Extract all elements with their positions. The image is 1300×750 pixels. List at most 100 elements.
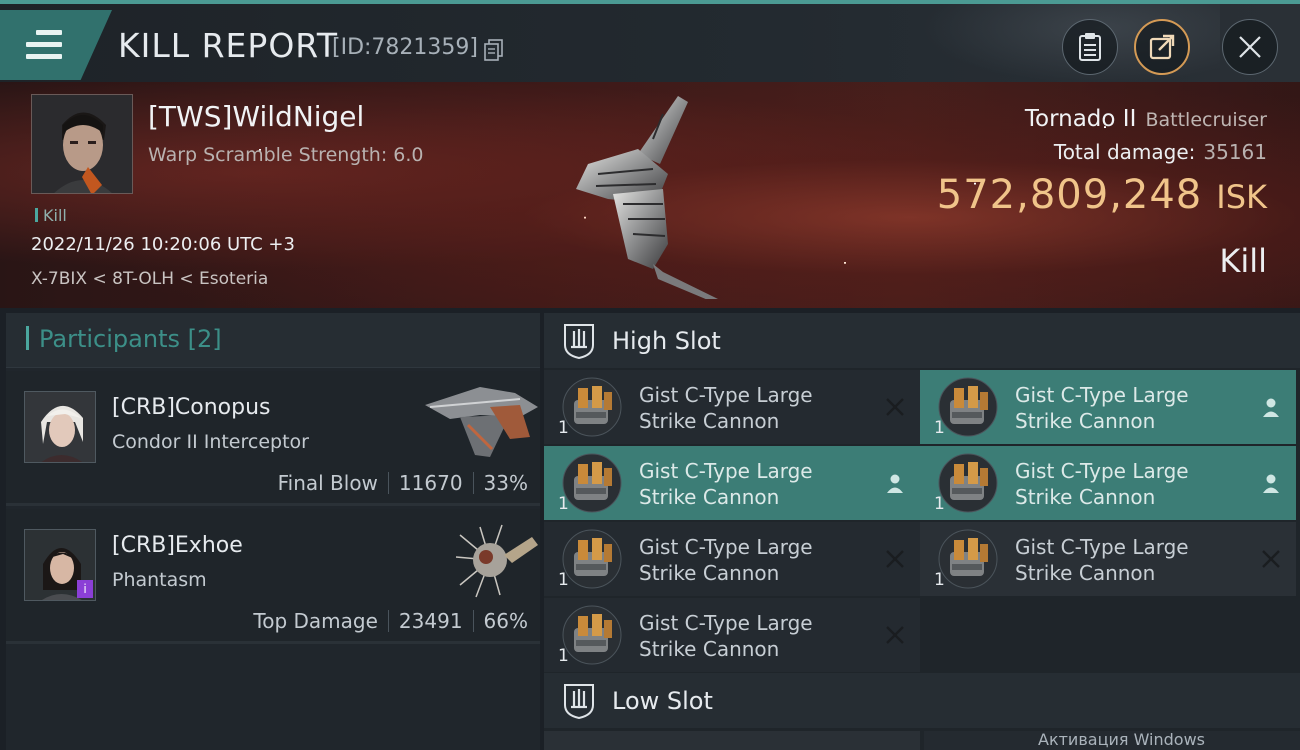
participant-name[interactable]: [CRB]Exhoe — [112, 533, 243, 558]
module-name-line1: Gist C-Type Large — [639, 383, 813, 407]
module-name: Gist C-Type Large Strike Cannon — [639, 458, 869, 510]
participant-role: Top Damage — [253, 609, 378, 633]
report-id: [ID:7821359] — [332, 35, 478, 60]
victim-portrait[interactable] — [31, 94, 133, 194]
close-icon — [1239, 36, 1261, 58]
share-icon — [1149, 34, 1175, 60]
ship-name-row: Tornado II Battlecruiser — [1025, 106, 1267, 132]
menu-button[interactable] — [0, 10, 112, 80]
participant-percent: 33% — [483, 471, 528, 495]
module-name-line2: Strike Cannon — [639, 637, 780, 661]
person-icon — [1263, 398, 1279, 417]
participant-stats: Final Blow 11670 33% — [278, 471, 528, 495]
participant-stats: Top Damage 23491 66% — [253, 609, 528, 633]
module-name-line1: Gist C-Type Large — [1015, 535, 1189, 559]
page-title: KILL REPORT — [118, 26, 338, 65]
module-name: Gist C-Type Large Strike Cannon — [1015, 534, 1245, 586]
copy-icon[interactable] — [484, 39, 504, 61]
os-watermark: Активация Windows — [1038, 730, 1205, 749]
participant-portrait[interactable]: i — [24, 529, 96, 601]
module-tile[interactable]: 1 Gist C-Type Large Strike Cannon — [544, 598, 920, 672]
participant-ship-image — [425, 387, 538, 457]
low-slot-icon — [564, 684, 594, 719]
info-badge-icon[interactable]: i — [77, 580, 93, 598]
share-button[interactable] — [1134, 19, 1190, 75]
low-slot-label: Low Slot — [612, 687, 713, 715]
kill-result-label: Kill — [1219, 242, 1267, 280]
module-icon — [938, 529, 998, 589]
module-icon — [562, 377, 622, 437]
module-quantity: 1 — [558, 646, 569, 666]
module-name-line1: Gist C-Type Large — [639, 459, 813, 483]
kill-datetime: 2022/11/26 10:20:06 UTC +3 — [31, 234, 295, 255]
participant-damage: 23491 — [398, 609, 463, 633]
total-damage-row: Total damage: 35161 — [1054, 140, 1267, 164]
isk-value: 572,809,248 — [936, 172, 1203, 218]
module-name-line2: Strike Cannon — [1015, 485, 1156, 509]
module-tile[interactable]: 1 Gist C-Type Large Strike Cannon — [544, 522, 920, 596]
total-damage-label: Total damage: — [1053, 140, 1196, 164]
module-icon — [562, 453, 622, 513]
module-quantity: 1 — [558, 418, 569, 438]
participant-portrait[interactable] — [24, 391, 96, 463]
participant-row[interactable]: i [CRB]Exhoe Phantasm Top Damage 23491 66% — [6, 509, 540, 644]
module-quantity: 1 — [934, 494, 945, 514]
hamburger-icon — [26, 30, 62, 60]
participants-panel: Participants [2] [CRB]Conopus Condor II … — [6, 313, 540, 750]
participant-damage: 11670 — [398, 471, 463, 495]
module-tile[interactable]: 1 Gist C-Type Large Strike Cannon — [920, 446, 1296, 520]
isk-value-row: 572,809,248 ISK — [937, 172, 1267, 218]
kill-summary: [TWS]WildNigel Warp Scramble Strength: 6… — [0, 82, 1300, 308]
module-tile[interactable]: 1 Gist C-Type Large Strike Cannon — [920, 522, 1296, 596]
module-quantity: 1 — [558, 494, 569, 514]
module-name: Gist C-Type Large Strike Cannon — [1015, 382, 1245, 434]
kill-location[interactable]: X-7BIX < 8T-OLH < Esoteria — [31, 269, 268, 289]
module-name-line2: Strike Cannon — [1015, 561, 1156, 585]
module-name: Gist C-Type Large Strike Cannon — [1015, 458, 1245, 510]
top-bar: KILL REPORT [ID:7821359] — [0, 0, 1300, 84]
module-name-line1: Gist C-Type Large — [639, 611, 813, 635]
victim-ship-image[interactable] — [568, 94, 738, 299]
total-damage-value: 35161 — [1203, 140, 1267, 164]
clipboard-button[interactable] — [1062, 19, 1118, 75]
high-slot-label: High Slot — [612, 327, 721, 355]
module-name-line1: Gist C-Type Large — [1015, 383, 1189, 407]
high-slot-icon — [564, 324, 594, 359]
module-name: Gist C-Type Large Strike Cannon — [639, 610, 869, 662]
ship-name[interactable]: Tornado II — [1025, 106, 1137, 132]
person-icon — [1263, 474, 1279, 493]
destroyed-x-icon — [1262, 550, 1280, 568]
victim-name[interactable]: [TWS]WildNigel — [148, 100, 364, 133]
participant-ship[interactable]: Condor II Interceptor — [112, 431, 309, 453]
module-icon — [938, 377, 998, 437]
module-tile[interactable]: 1 Gist C-Type Large Strike Cannon — [920, 370, 1296, 444]
module-icon — [938, 453, 998, 513]
participant-ship[interactable]: Phantasm — [112, 569, 207, 591]
low-slot-header[interactable]: Low Slot — [544, 673, 1300, 728]
module-name-line2: Strike Cannon — [639, 409, 780, 433]
fitting-panel: High Slot 1 Gist C-Type Large Strike Canno… — [544, 313, 1300, 750]
module-name-line2: Strike Cannon — [639, 485, 780, 509]
participant-row[interactable]: [CRB]Conopus Condor II Interceptor Final… — [6, 371, 540, 506]
module-quantity: 1 — [934, 570, 945, 590]
close-button[interactable] — [1222, 19, 1278, 75]
destroyed-x-icon — [886, 398, 904, 416]
destroyed-x-icon — [886, 550, 904, 568]
participants-header[interactable]: Participants [2] — [6, 313, 540, 368]
module-name-line2: Strike Cannon — [1015, 409, 1156, 433]
module-tile[interactable]: 1 Gist C-Type Large Strike Cannon — [544, 370, 920, 444]
module-icon — [562, 605, 622, 665]
low-slot-module[interactable] — [544, 731, 920, 750]
kill-type-tag: Kill — [35, 206, 67, 225]
participant-ship-image — [455, 524, 538, 598]
isk-unit: ISK — [1216, 178, 1267, 216]
module-icon — [562, 529, 622, 589]
module-name-line1: Gist C-Type Large — [1015, 459, 1189, 483]
module-tile[interactable]: 1 Gist C-Type Large Strike Cannon — [544, 446, 920, 520]
participant-name[interactable]: [CRB]Conopus — [112, 395, 271, 420]
clipboard-icon — [1079, 33, 1101, 61]
module-name-line2: Strike Cannon — [639, 561, 780, 585]
high-slot-header[interactable]: High Slot — [544, 313, 1300, 368]
person-icon — [887, 474, 903, 493]
module-name-line1: Gist C-Type Large — [639, 535, 813, 559]
